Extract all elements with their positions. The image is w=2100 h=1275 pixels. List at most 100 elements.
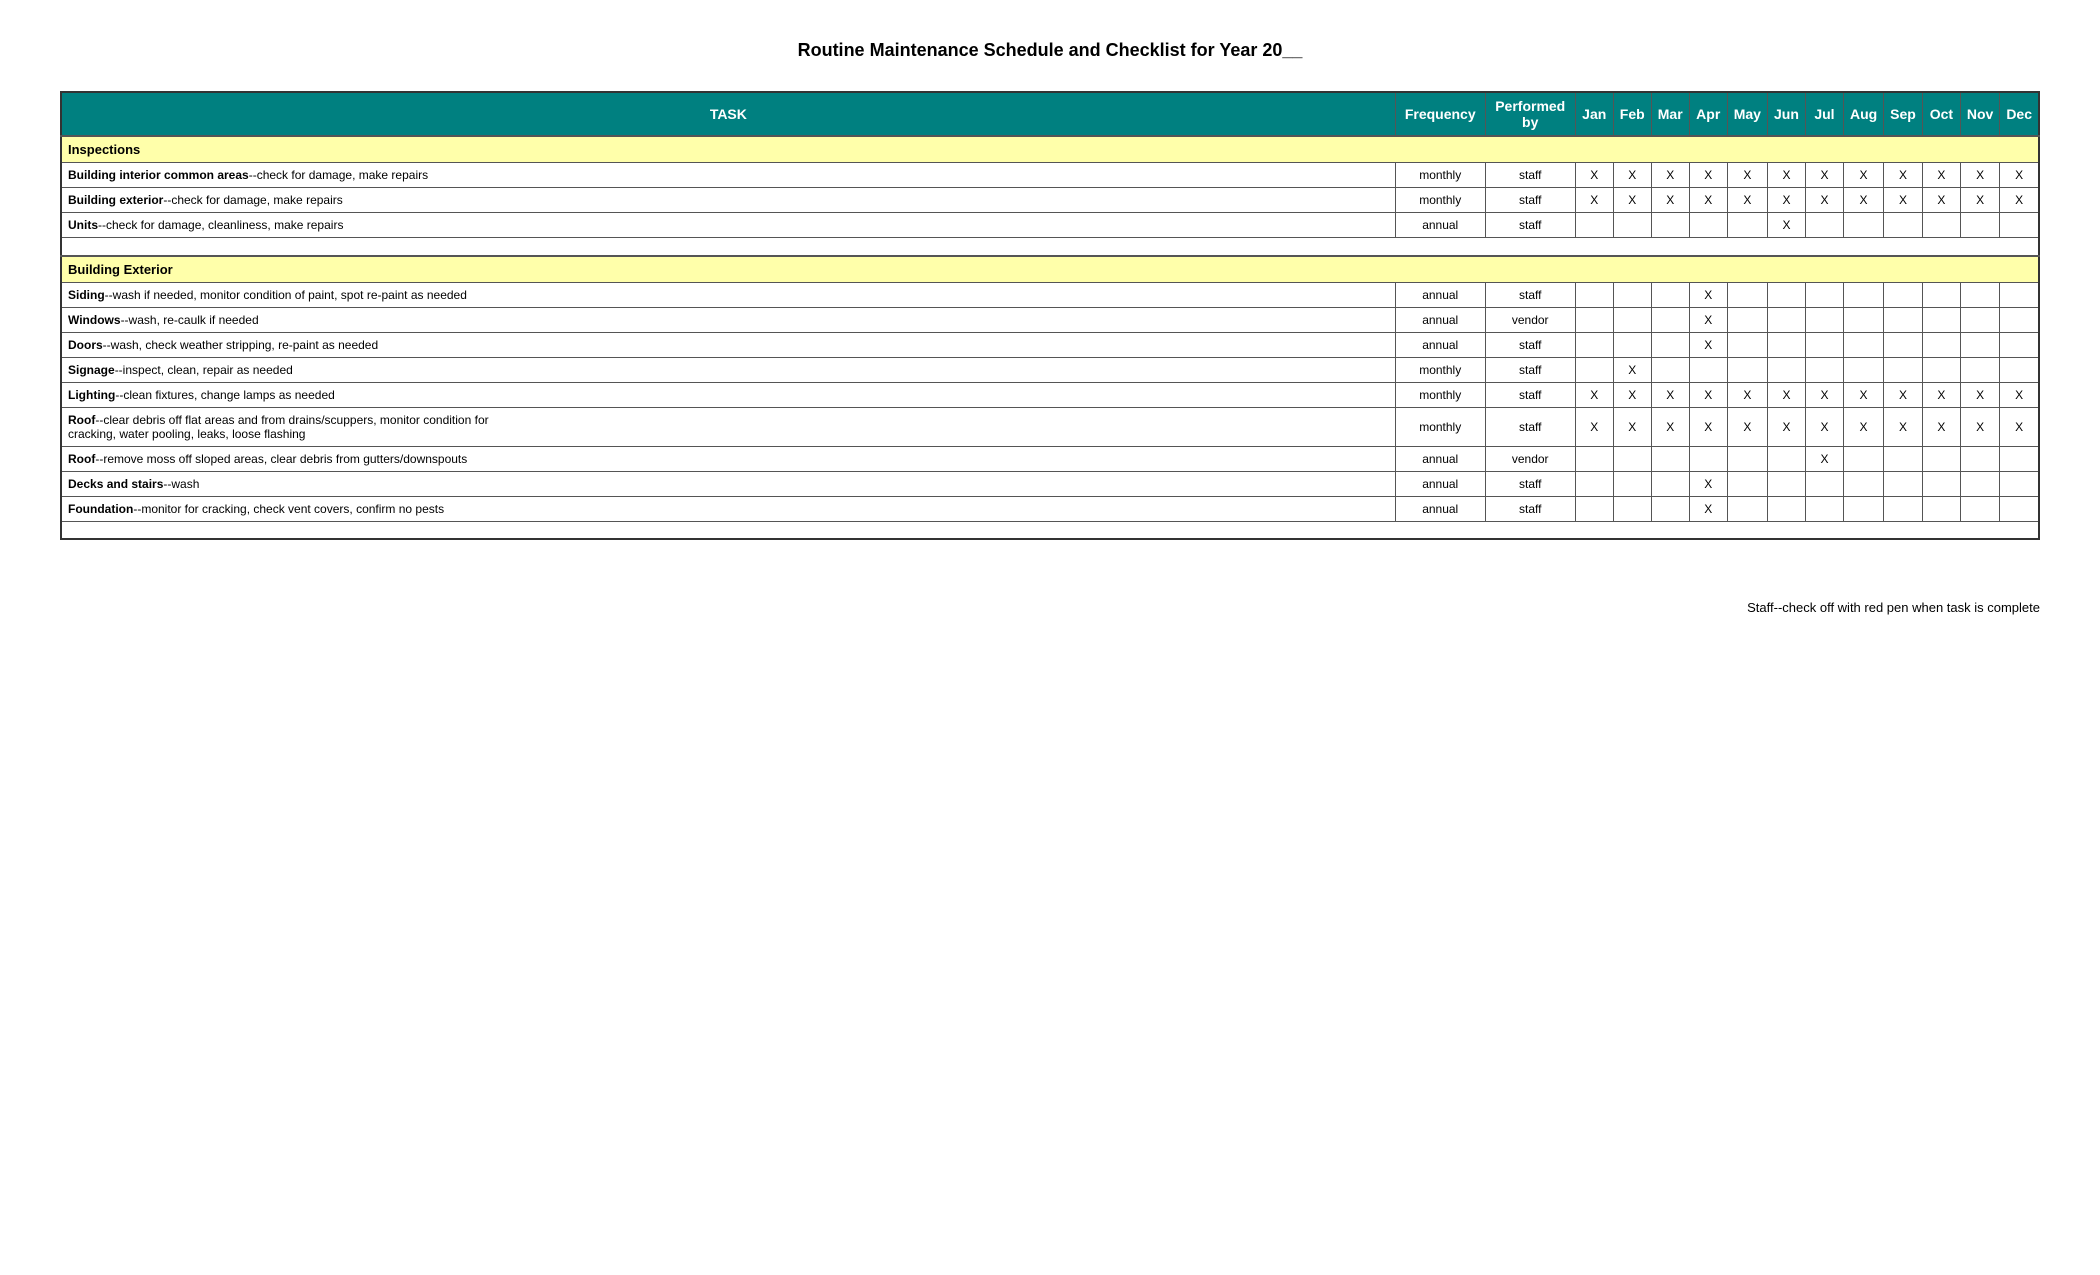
frequency-cell: annual: [1395, 282, 1485, 307]
month-cell-5: X: [1767, 382, 1805, 407]
month-cell-3: X: [1689, 471, 1727, 496]
col-header-mar: Mar: [1651, 92, 1689, 136]
month-cell-8: [1884, 496, 1923, 521]
month-cell-0: X: [1575, 163, 1613, 188]
month-cell-4: [1727, 357, 1767, 382]
month-cell-4: [1727, 496, 1767, 521]
performed-by-cell: staff: [1485, 163, 1575, 188]
month-cell-11: [2000, 357, 2039, 382]
table-row: Decks and stairs--washannualstaffX: [61, 471, 2039, 496]
performed-by-cell: vendor: [1485, 307, 1575, 332]
month-cell-1: X: [1613, 382, 1651, 407]
month-cell-9: [1922, 307, 1960, 332]
month-cell-9: X: [1922, 188, 1960, 213]
month-cell-6: [1805, 471, 1843, 496]
frequency-cell: monthly: [1395, 407, 1485, 446]
frequency-cell: annual: [1395, 446, 1485, 471]
col-header-frequency: Frequency: [1395, 92, 1485, 136]
month-cell-0: [1575, 332, 1613, 357]
performed-by-cell: staff: [1485, 382, 1575, 407]
month-cell-6: [1805, 282, 1843, 307]
table-row: Foundation--monitor for cracking, check …: [61, 496, 2039, 521]
month-cell-10: X: [1960, 382, 1999, 407]
month-cell-5: X: [1767, 407, 1805, 446]
frequency-cell: monthly: [1395, 163, 1485, 188]
month-cell-5: [1767, 471, 1805, 496]
frequency-cell: annual: [1395, 496, 1485, 521]
month-cell-5: X: [1767, 188, 1805, 213]
month-cell-9: X: [1922, 382, 1960, 407]
month-cell-3: X: [1689, 407, 1727, 446]
month-cell-8: [1884, 213, 1923, 238]
month-cell-8: [1884, 332, 1923, 357]
col-header-feb: Feb: [1613, 92, 1651, 136]
month-cell-6: [1805, 357, 1843, 382]
col-header-task: TASK: [61, 92, 1395, 136]
table-row: Building exterior--check for damage, mak…: [61, 188, 2039, 213]
month-cell-4: X: [1727, 407, 1767, 446]
col-header-performed-by: Performed by: [1485, 92, 1575, 136]
table-row: Roof--remove moss off sloped areas, clea…: [61, 446, 2039, 471]
frequency-cell: monthly: [1395, 357, 1485, 382]
month-cell-10: [1960, 496, 1999, 521]
month-cell-3: X: [1689, 332, 1727, 357]
month-cell-10: [1960, 446, 1999, 471]
month-cell-7: [1843, 332, 1883, 357]
month-cell-9: [1922, 496, 1960, 521]
month-cell-8: X: [1884, 163, 1923, 188]
month-cell-7: X: [1843, 407, 1883, 446]
month-cell-2: X: [1651, 407, 1689, 446]
section-header-inspections: Inspections: [61, 136, 2039, 163]
month-cell-1: [1613, 307, 1651, 332]
month-cell-6: [1805, 213, 1843, 238]
month-cell-6: [1805, 307, 1843, 332]
col-header-sep: Sep: [1884, 92, 1923, 136]
month-cell-2: [1651, 332, 1689, 357]
month-cell-10: [1960, 471, 1999, 496]
month-cell-1: X: [1613, 407, 1651, 446]
spacer-row-end: [61, 521, 2039, 539]
month-cell-9: [1922, 357, 1960, 382]
month-cell-2: X: [1651, 163, 1689, 188]
month-cell-10: [1960, 282, 1999, 307]
month-cell-4: X: [1727, 382, 1767, 407]
task-cell: Roof--remove moss off sloped areas, clea…: [61, 446, 1395, 471]
month-cell-3: X: [1689, 188, 1727, 213]
month-cell-0: [1575, 282, 1613, 307]
month-cell-11: [2000, 282, 2039, 307]
col-header-nov: Nov: [1960, 92, 1999, 136]
month-cell-6: X: [1805, 407, 1843, 446]
month-cell-3: [1689, 357, 1727, 382]
task-cell: Signage--inspect, clean, repair as neede…: [61, 357, 1395, 382]
month-cell-2: X: [1651, 382, 1689, 407]
month-cell-9: [1922, 282, 1960, 307]
month-cell-8: [1884, 446, 1923, 471]
month-cell-5: [1767, 282, 1805, 307]
col-header-jun: Jun: [1767, 92, 1805, 136]
task-cell: Doors--wash, check weather stripping, re…: [61, 332, 1395, 357]
table-row: Signage--inspect, clean, repair as neede…: [61, 357, 2039, 382]
month-cell-0: [1575, 357, 1613, 382]
footer-note: Staff--check off with red pen when task …: [60, 600, 2040, 615]
month-cell-4: [1727, 282, 1767, 307]
month-cell-3: [1689, 446, 1727, 471]
month-cell-8: X: [1884, 188, 1923, 213]
month-cell-2: [1651, 471, 1689, 496]
month-cell-7: [1843, 446, 1883, 471]
month-cell-4: [1727, 332, 1767, 357]
task-cell: Units--check for damage, cleanliness, ma…: [61, 213, 1395, 238]
task-cell: Windows--wash, re-caulk if needed: [61, 307, 1395, 332]
task-cell: Building interior common areas--check fo…: [61, 163, 1395, 188]
maintenance-table: TASK Frequency Performed by Jan Feb Mar …: [60, 91, 2040, 540]
month-cell-11: [2000, 446, 2039, 471]
month-cell-9: X: [1922, 163, 1960, 188]
month-cell-10: [1960, 213, 1999, 238]
frequency-cell: monthly: [1395, 382, 1485, 407]
month-cell-4: X: [1727, 188, 1767, 213]
month-cell-2: [1651, 307, 1689, 332]
month-cell-7: [1843, 213, 1883, 238]
month-cell-10: [1960, 332, 1999, 357]
frequency-cell: annual: [1395, 332, 1485, 357]
frequency-cell: annual: [1395, 307, 1485, 332]
month-cell-0: X: [1575, 188, 1613, 213]
